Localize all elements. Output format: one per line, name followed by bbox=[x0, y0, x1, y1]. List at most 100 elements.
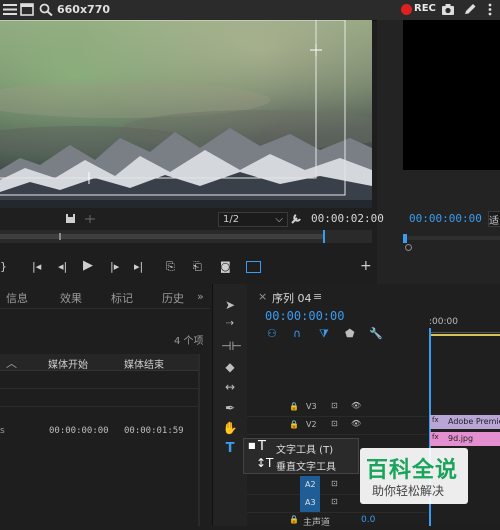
reference-playhead[interactable] bbox=[403, 234, 407, 243]
selection-tool-icon[interactable]: ➤ bbox=[221, 298, 239, 314]
mark-out-icon[interactable]: } bbox=[0, 260, 7, 273]
chevron-down-icon: ⌵ bbox=[275, 214, 283, 225]
tab-effects[interactable]: 效果 bbox=[60, 290, 82, 306]
menu-item-label: 垂直文字工具 bbox=[276, 462, 336, 473]
close-tab-icon[interactable]: × bbox=[258, 290, 267, 303]
sort-caret-icon[interactable]: ︿ bbox=[6, 355, 17, 371]
tab-markers[interactable]: 标记 bbox=[111, 290, 133, 306]
column-media-start[interactable]: 媒体开始 bbox=[48, 356, 88, 371]
lock-icon[interactable]: 🔒 bbox=[289, 420, 299, 429]
linked-selection-icon[interactable]: ∩ bbox=[293, 327, 301, 340]
eye-icon[interactable]: 👁 bbox=[351, 419, 361, 428]
pen-icon[interactable] bbox=[463, 3, 477, 16]
overwrite-icon[interactable]: ⎗ bbox=[193, 260, 202, 274]
window-icon[interactable] bbox=[20, 3, 34, 16]
reference-zoom-handle[interactable] bbox=[405, 244, 412, 251]
timeline-settings-icon[interactable]: 🔧 bbox=[369, 327, 383, 340]
ripple-edit-tool-icon[interactable]: ⊣⊢ bbox=[221, 339, 242, 355]
add-button-icon[interactable]: + bbox=[360, 258, 372, 274]
duration-timecode[interactable]: 00:00:02:00 bbox=[311, 212, 384, 225]
step-back-icon[interactable]: ◂| bbox=[58, 260, 67, 273]
razor-tool-icon[interactable]: ◆ bbox=[221, 360, 239, 376]
type-tool-icon[interactable]: T bbox=[221, 441, 239, 457]
menu-icon[interactable] bbox=[3, 3, 17, 16]
marker-flag-icon[interactable] bbox=[84, 214, 96, 224]
table-row[interactable]: s 00:00:00:00 00:00:01:59 bbox=[0, 423, 200, 441]
go-to-out-icon[interactable]: ▸| bbox=[134, 260, 143, 273]
track-label-v3: V3 bbox=[306, 402, 317, 411]
clip-image[interactable]: fx 9d.jpg bbox=[430, 432, 500, 446]
vertical-type-tool-icon: ↕T bbox=[256, 456, 274, 470]
column-media-end[interactable]: 媒体结束 bbox=[124, 356, 164, 371]
slip-tool-icon[interactable]: ↔ bbox=[221, 380, 239, 396]
menu-item-type-tool[interactable]: ■ T 文字工具 (T) bbox=[244, 439, 358, 456]
add-marker-icon[interactable]: ⧩ bbox=[319, 327, 329, 341]
pen-tool-icon[interactable]: ✒ bbox=[221, 401, 239, 417]
reference-monitor[interactable]: 00:00:00:00 适 bbox=[377, 20, 500, 284]
time-ruler-tick bbox=[59, 233, 61, 240]
reference-time-ruler[interactable] bbox=[405, 236, 500, 240]
tools-panel: ➤ ⇢ ⊣⊢ ◆ ↔ ✒ ✋ T bbox=[212, 284, 248, 526]
resolution-value: 1/2 bbox=[223, 214, 240, 225]
type-tool-flyout-menu: ■ T 文字工具 (T) ↕T 垂直文字工具 bbox=[243, 438, 359, 474]
divider bbox=[0, 388, 200, 389]
more-panels-icon[interactable]: » bbox=[197, 290, 204, 303]
tab-history[interactable]: 历史 bbox=[162, 290, 184, 306]
camera-icon[interactable] bbox=[441, 3, 455, 16]
safe-margins-icon[interactable] bbox=[65, 213, 76, 224]
sync-icon[interactable]: ⊡ bbox=[331, 479, 338, 488]
clip-label: Adobe Premiere bbox=[448, 417, 500, 426]
hand-tool-icon[interactable]: ✋ bbox=[221, 421, 239, 437]
program-monitor[interactable] bbox=[0, 20, 372, 208]
track-row-master[interactable]: 🔒 主声道 0.0 bbox=[247, 512, 428, 530]
lock-icon[interactable]: 🔒 bbox=[289, 515, 299, 524]
sync-icon[interactable]: ⊡ bbox=[331, 497, 338, 506]
divider bbox=[0, 406, 200, 407]
reference-fit-dropdown[interactable]: 适 bbox=[488, 211, 500, 227]
search-icon[interactable] bbox=[39, 3, 53, 16]
sync-icon[interactable]: ⊡ bbox=[331, 419, 338, 428]
ruler-start-label: :00:00 bbox=[429, 317, 458, 327]
sequence-tab[interactable]: 序列 04 bbox=[272, 290, 312, 306]
program-playhead[interactable] bbox=[323, 230, 325, 243]
scrollbar[interactable] bbox=[198, 354, 200, 526]
marker-icon[interactable]: ⬟ bbox=[345, 327, 355, 340]
work-area-bar[interactable] bbox=[429, 334, 500, 336]
track-row-v3[interactable]: 🔒 V3 ⊡ 👁 bbox=[247, 398, 428, 417]
record-dot-icon[interactable] bbox=[401, 4, 412, 15]
capture-size-label: 660x770 bbox=[57, 3, 111, 16]
row-media-start: 00:00:00:00 bbox=[49, 426, 109, 436]
clip-title[interactable]: fx Adobe Premiere bbox=[430, 415, 500, 429]
item-count: 4 个项 bbox=[174, 336, 204, 347]
comparison-view-icon[interactable] bbox=[246, 261, 261, 273]
sequence-timecode[interactable]: 00:00:00:00 bbox=[265, 309, 344, 323]
reference-timecode[interactable]: 00:00:00:00 bbox=[409, 212, 482, 225]
video-frame-image bbox=[0, 20, 372, 208]
menu-item-vertical-type-tool[interactable]: ↕T 垂直文字工具 bbox=[244, 456, 358, 473]
export-frame-icon[interactable]: ◙ bbox=[220, 260, 231, 273]
divider bbox=[0, 308, 210, 309]
sync-icon[interactable]: ⊡ bbox=[331, 401, 338, 410]
tab-menu-icon[interactable]: ≡ bbox=[313, 290, 322, 303]
track-select-tool-icon[interactable]: ⇢ bbox=[221, 318, 239, 334]
go-to-in-icon[interactable]: |◂ bbox=[32, 260, 41, 273]
program-time-ruler[interactable] bbox=[0, 230, 372, 243]
resolution-dropdown[interactable]: 1/2 ⌵ bbox=[218, 212, 288, 227]
lock-icon[interactable]: 🔒 bbox=[289, 402, 299, 411]
fx-badge-icon: fx bbox=[432, 433, 439, 441]
track-row-v2[interactable]: 🔒 V2 ⊡ 👁 bbox=[247, 416, 428, 435]
master-volume-value[interactable]: 0.0 bbox=[361, 515, 375, 525]
reference-screen bbox=[403, 20, 500, 170]
watermark-tagline: 助你轻松解决 bbox=[372, 484, 445, 498]
step-forward-icon[interactable]: |▸ bbox=[110, 260, 119, 273]
record-button[interactable]: REC bbox=[414, 3, 436, 14]
wrench-icon[interactable] bbox=[290, 213, 302, 225]
more-icon[interactable] bbox=[483, 3, 497, 16]
play-icon[interactable]: ▶ bbox=[83, 258, 93, 273]
snap-icon[interactable]: ⚇ bbox=[267, 327, 277, 340]
eye-icon[interactable]: 👁 bbox=[351, 401, 361, 410]
watermark-logo: 百科全说 助你轻松解决 bbox=[360, 448, 468, 504]
monitor-info-bar: 1/2 ⌵ 00:00:02:00 bbox=[0, 208, 384, 230]
tab-info[interactable]: 信息 bbox=[6, 290, 28, 306]
insert-icon[interactable]: ⎘ bbox=[166, 260, 175, 274]
